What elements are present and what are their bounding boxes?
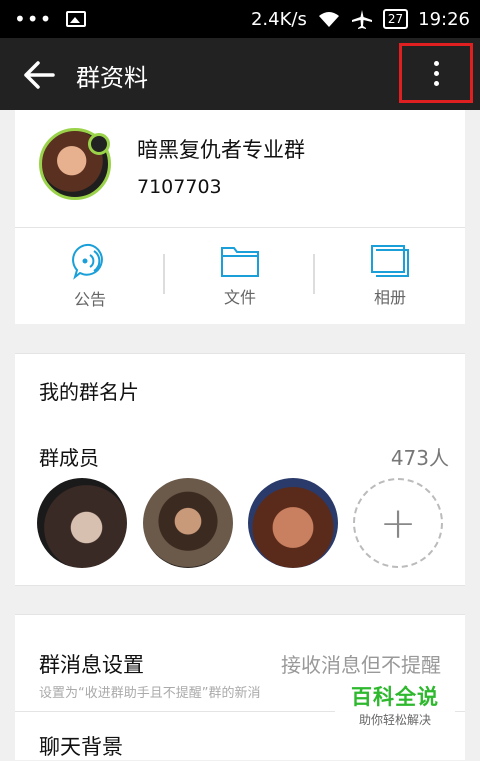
folder-icon xyxy=(221,247,259,277)
wifi-icon xyxy=(318,12,339,27)
message-settings-description: 设置为“收进群助手且不提醒”群的新消 xyxy=(39,686,261,701)
group-avatar[interactable] xyxy=(39,128,111,200)
image-notification-icon xyxy=(66,11,87,27)
member-avatar[interactable] xyxy=(37,478,127,568)
group-actions: 公告 文件 相册 xyxy=(15,228,465,324)
more-vertical-icon xyxy=(433,60,439,86)
clock: 19:26 xyxy=(418,8,470,30)
group-members-row[interactable]: 群成员 473人 + xyxy=(15,422,465,586)
status-bar: ••• 2.4K/s 27 19:26 xyxy=(0,0,480,38)
message-settings-label: 群消息设置 xyxy=(39,653,144,677)
title-bar: 群资料 xyxy=(0,38,480,110)
airplane-icon xyxy=(351,10,372,29)
watermark-logo: 百科全说 助你轻松解决 xyxy=(335,676,455,732)
album-icon xyxy=(371,245,409,277)
page-title: 群资料 xyxy=(76,64,148,92)
chat-background-label[interactable]: 聊天背景 xyxy=(39,731,123,761)
album-label: 相册 xyxy=(373,288,406,307)
add-member-button[interactable]: + xyxy=(353,478,443,568)
announcement-button[interactable]: 公告 xyxy=(15,228,165,324)
watermark-title: 百科全说 xyxy=(351,684,439,709)
album-button[interactable]: 相册 xyxy=(315,228,465,324)
files-label: 文件 xyxy=(223,288,256,307)
files-button[interactable]: 文件 xyxy=(165,228,315,324)
group-name: 暗黑复仇者专业群 xyxy=(137,138,305,162)
battery-icon: 27 xyxy=(382,9,409,29)
members-count: 473人 xyxy=(390,446,449,470)
network-speed: 2.4K/s xyxy=(250,8,307,30)
more-menu-button[interactable] xyxy=(399,43,473,103)
announcement-label: 公告 xyxy=(73,290,106,309)
message-settings-value: 接收消息但不提醒 xyxy=(281,653,441,677)
back-arrow-icon[interactable] xyxy=(22,60,56,90)
members-label: 群成员 xyxy=(39,446,99,470)
my-group-card-row[interactable]: 我的群名片 xyxy=(15,353,465,423)
group-id: 7107703 xyxy=(137,176,222,198)
announcement-icon xyxy=(72,243,103,280)
member-avatar[interactable] xyxy=(248,478,338,568)
plus-icon: + xyxy=(379,497,417,549)
group-header-card: 暗黑复仇者专业群 7107703 公告 文件 相册 xyxy=(15,110,465,324)
more-notifications-icon: ••• xyxy=(14,7,53,31)
my-group-card-label: 我的群名片 xyxy=(39,380,139,404)
watermark-subtitle: 助你轻松解决 xyxy=(358,712,431,727)
member-avatar[interactable] xyxy=(143,478,233,568)
